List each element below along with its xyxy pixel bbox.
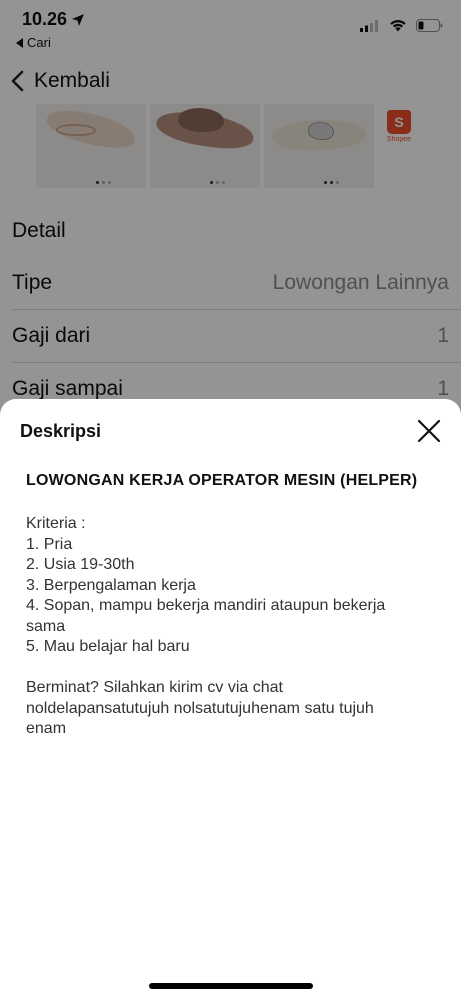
description-line: Berminat? Silahkan kirim cv via chat — [26, 679, 283, 696]
description-line: noldelapansatutujuh nolsatutujuhenam sat… — [26, 699, 374, 717]
description-sheet: Deskripsi LOWONGAN KERJA OPERATOR MESIN … — [0, 399, 461, 1000]
sheet-title: Deskripsi — [20, 421, 102, 441]
close-icon — [417, 419, 441, 443]
job-title: LOWONGAN KERJA OPERATOR MESIN (HELPER) — [26, 472, 418, 489]
description-line: enam — [26, 720, 67, 737]
home-indicator[interactable] — [149, 983, 313, 989]
description-line: 4. Sopan, mampu bekerja mandiri ataupun … — [26, 597, 386, 614]
sheet-header: Deskripsi — [0, 399, 461, 465]
description-line: 3. Berpengalaman kerja — [26, 576, 196, 594]
description-line: Kriteria : — [26, 515, 86, 532]
description-line: 1. Pria — [26, 535, 73, 553]
description-line: 5. Mau belajar hal baru — [26, 638, 190, 655]
description-line: 2. Usia 19-30th — [26, 556, 135, 573]
close-button[interactable] — [417, 419, 441, 443]
sheet-body: LOWONGAN KERJA OPERATOR MESIN (HELPER) K… — [0, 472, 461, 740]
job-description: Kriteria : 1. Pria 2. Usia 19-30th 3. Be… — [26, 514, 435, 740]
description-line: sama — [26, 617, 66, 635]
